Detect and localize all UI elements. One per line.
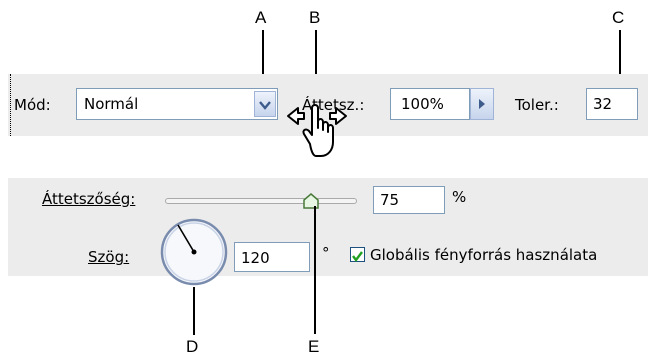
mode-label: Mód: [14,96,51,114]
angle-dial-icon[interactable] [159,217,229,287]
angle-label: Szög: [88,248,129,266]
panel-opacity-input[interactable]: 75 [373,186,445,214]
callout-c: C [612,8,625,27]
mode-value: Normál [84,95,139,113]
chevron-down-icon[interactable] [254,91,276,117]
panel-opacity-label: Áttetszőség: [42,190,135,208]
global-light-label[interactable]: Globális fényforrás használata [370,246,597,264]
callout-b: B [309,8,321,27]
tolerance-label: Toler.: [515,96,559,114]
callout-e: E [308,337,320,356]
checkmark-icon [352,251,363,262]
callout-a: A [255,8,267,27]
callout-d-line [193,287,195,335]
tolerance-input[interactable]: 32 [586,88,638,120]
scrubby-hand-cursor-icon [287,104,347,157]
opacity-input[interactable]: 100% [390,88,470,120]
angle-label-text: Szög: [88,248,130,266]
panel-opacity-value: 75 [380,191,400,209]
angle-input[interactable]: 120 [234,242,310,272]
panel-opacity-unit: % [452,188,467,206]
slider-thumb-icon[interactable] [303,193,319,209]
panel-opacity-label-text: Áttetszőség: [42,190,136,208]
angle-value: 120 [241,249,270,267]
callout-e-line [314,206,316,334]
callout-d: D [186,337,199,356]
options-bar-gripper[interactable] [10,74,11,136]
opacity-input-value: 100% [401,95,444,113]
tolerance-value: 32 [593,95,613,113]
opacity-slider[interactable] [165,198,357,204]
callout-a-line [262,30,264,78]
angle-unit: ° [322,244,330,262]
global-light-checkbox[interactable] [350,247,365,262]
mode-dropdown[interactable]: Normál [76,88,278,120]
triangle-right-icon[interactable] [470,88,494,120]
